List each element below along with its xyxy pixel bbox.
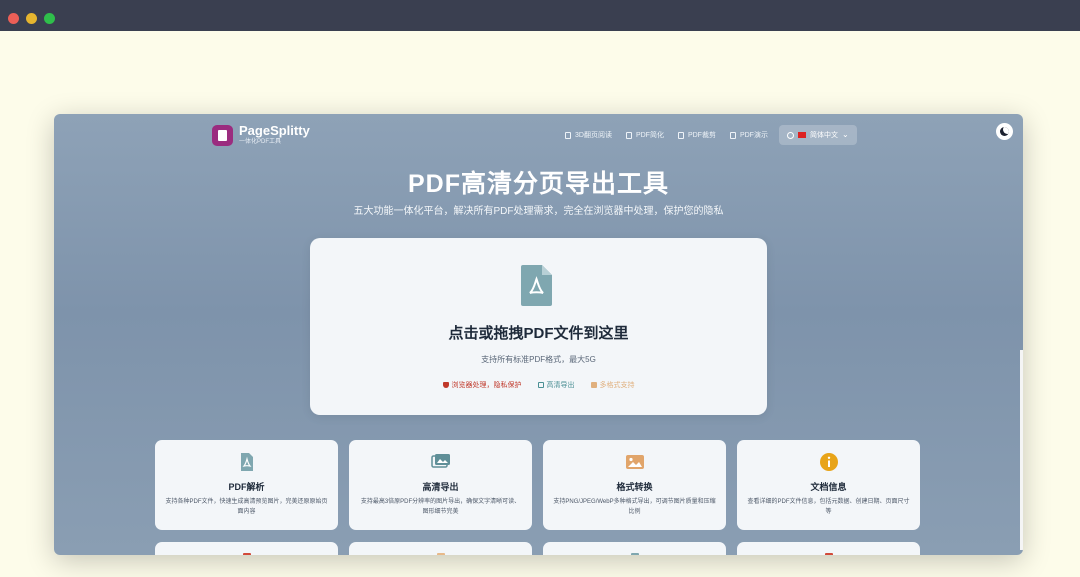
page-title: PDF高清分页导出工具 [407, 170, 669, 198]
pdf-file-icon [240, 453, 253, 471]
card-icon-partial [824, 553, 833, 555]
app-tagline: 一体化PDF工具 [239, 139, 282, 145]
pdf-file-icon [521, 265, 552, 306]
feature-multi-format: 多格式支持 [590, 380, 635, 390]
nav-item-label: PDF演示 [739, 132, 768, 139]
feature-label: 浏览器处理，隐私保护 [451, 382, 522, 389]
nav-item-label: PDF裁剪 [687, 132, 716, 139]
feature-label: 高清导出 [546, 382, 575, 389]
feature-card-pdf-parse: PDF解析 支持各种PDF文件，快速生成高清预览图片，完美还原原始页面内容 [155, 440, 338, 530]
moon-icon [1000, 127, 1009, 136]
feature-card-format-convert: 格式转换 支持PNG/JPEG/WebP多种格式导出，可调节图片质量和压缩比例 [543, 440, 726, 530]
feature-card-partial [349, 542, 532, 555]
page-subtitle: 五大功能一体化平台，解决所有PDF处理需求，完全在浏览器中处理，保护您的隐私 [353, 206, 724, 217]
crop-icon [677, 131, 684, 139]
card-description: 查看详细的PDF文件信息，包括元数据、创建日期、页面尺寸等 [747, 499, 910, 515]
upload-title: 点击或拖拽PDF文件到这里 [448, 325, 629, 342]
feature-label: 多格式支持 [599, 382, 635, 389]
card-title: PDF解析 [228, 482, 265, 492]
card-icon-partial [630, 553, 639, 555]
china-flag-icon [797, 132, 806, 138]
feature-card-hd-export: 高清导出 支持最高3倍原PDF分辨率的图片导出，确保文字清晰可读、图形细节完美 [349, 440, 532, 530]
logo-icon [212, 124, 233, 146]
card-description: 支持最高3倍原PDF分辨率的图片导出，确保文字清晰可读、图形细节完美 [360, 499, 521, 515]
file-icon [625, 131, 632, 139]
scrollbar[interactable] [1020, 350, 1023, 550]
card-title: 文档信息 [810, 482, 847, 492]
feature-cards-grid: PDF解析 支持各种PDF文件，快速生成高清预览图片，完美还原原始页面内容 高清… [155, 440, 921, 555]
nav-item-label: PDF简化 [635, 132, 664, 139]
feature-card-doc-info: 文档信息 查看详细的PDF文件信息，包括元数据、创建日期、页面尺寸等 [737, 440, 920, 530]
browser-titlebar [0, 0, 1080, 31]
card-title: 格式转换 [616, 482, 653, 492]
maximize-window-button[interactable] [44, 13, 55, 24]
globe-icon [786, 131, 794, 139]
nav-item-3d-reader[interactable]: 3D翻页阅读 [558, 125, 619, 145]
card-description: 支持PNG/JPEG/WebP多种格式导出，可调节图片质量和压缩比例 [553, 499, 716, 515]
nav-item-label: 3D翻页阅读 [575, 132, 612, 139]
nav-item-pdf-simplify[interactable]: PDF简化 [619, 125, 671, 145]
card-icon-partial [242, 553, 251, 555]
presentation-icon [729, 131, 736, 139]
nav-item-pdf-crop[interactable]: PDF裁剪 [671, 125, 723, 145]
image-icon [625, 455, 644, 469]
nav-item-pdf-present[interactable]: PDF演示 [723, 125, 775, 145]
image-icon [590, 382, 597, 388]
language-selector[interactable]: 简体中文 ⌄ [778, 125, 857, 145]
feature-card-partial [737, 542, 920, 555]
file-icon [537, 382, 544, 388]
language-label: 简体中文 [809, 132, 838, 139]
upload-subtitle: 支持所有标准PDF格式，最大5G [481, 355, 596, 364]
theme-toggle-button[interactable] [996, 123, 1013, 140]
top-nav: 3D翻页阅读 PDF简化 PDF裁剪 PDF演示 简体中文 ⌄ [558, 125, 857, 145]
info-icon [819, 453, 838, 471]
shield-icon [442, 382, 449, 388]
app-logo[interactable]: PageSplitty 一体化PDF工具 [212, 124, 310, 146]
minimize-window-button[interactable] [26, 13, 37, 24]
book-icon [565, 131, 571, 139]
feature-card-partial [155, 542, 338, 555]
feature-hd-export: 高清导出 [537, 380, 575, 390]
card-description: 支持各种PDF文件，快速生成高清预览图片，完美还原原始页面内容 [165, 499, 328, 515]
upload-features: 浏览器处理，隐私保护 高清导出 多格式支持 [310, 380, 767, 390]
chevron-down-icon: ⌄ [841, 130, 849, 139]
app-name: PageSplitty [239, 123, 310, 138]
card-title: 高清导出 [422, 482, 459, 492]
feature-privacy: 浏览器处理，隐私保护 [442, 380, 522, 390]
app-window: PageSplitty 一体化PDF工具 3D翻页阅读 PDF简化 PDF裁剪 … [54, 114, 1023, 555]
close-window-button[interactable] [8, 13, 19, 24]
pdf-upload-dropzone[interactable]: 点击或拖拽PDF文件到这里 支持所有标准PDF格式，最大5G 浏览器处理，隐私保… [310, 238, 767, 415]
images-icon [430, 454, 450, 468]
feature-card-partial [543, 542, 726, 555]
card-icon-partial [436, 553, 445, 555]
